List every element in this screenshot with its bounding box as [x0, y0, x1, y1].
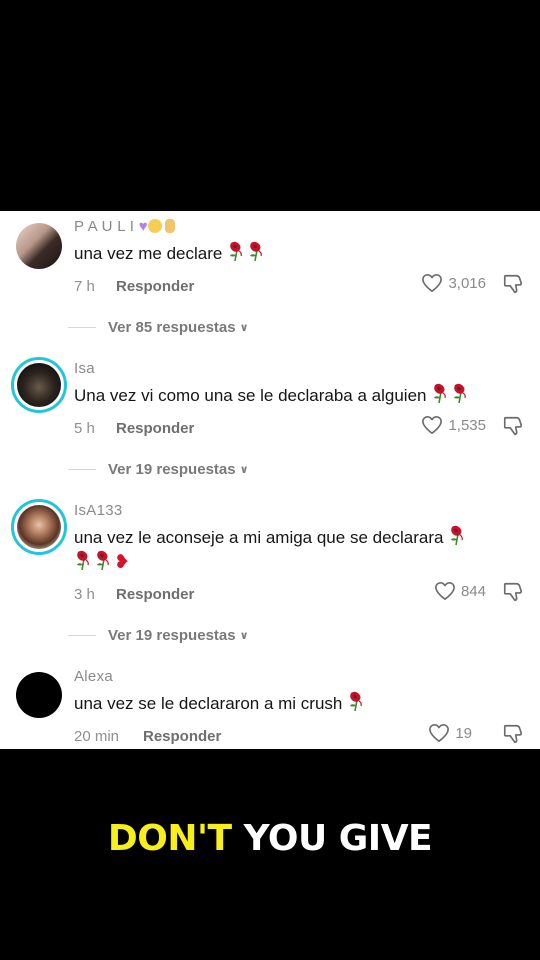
comment-text: una vez le aconseje a mi amiga que se de… — [74, 524, 519, 574]
like-button[interactable]: 19 — [428, 723, 472, 743]
comments-panel: P A U L I ♥ una vez me declare 7 h Respo… — [0, 211, 540, 749]
heart-icon — [421, 415, 443, 435]
like-button[interactable]: 844 — [434, 581, 486, 601]
comment-username[interactable]: Isa — [74, 360, 95, 377]
like-count: 844 — [460, 582, 486, 600]
view-replies-button[interactable]: Ver 19 respuestas ∨ — [68, 461, 249, 478]
flushed-face-icon — [147, 219, 162, 233]
comment-time: 20 min — [74, 728, 120, 745]
heart-icon — [434, 581, 456, 601]
comment-time: 3 h — [74, 586, 95, 603]
chevron-down-icon: ∨ — [239, 630, 249, 642]
reply-button[interactable]: Responder — [116, 278, 194, 295]
chevron-down-icon: ∨ — [239, 322, 249, 334]
divider — [68, 469, 96, 470]
comment-username[interactable]: IsA133 — [74, 502, 123, 519]
purple-heart-icon: ♥ — [138, 218, 148, 235]
wilted-rose-icon — [227, 240, 247, 262]
comment-time: 5 h — [74, 420, 95, 437]
dislike-icon[interactable] — [502, 581, 524, 603]
comment-text: una vez se le declararon a mi crush — [74, 690, 519, 715]
wilted-rose-icon — [74, 549, 94, 571]
hand-icon — [164, 219, 175, 233]
like-button[interactable]: 3,016 — [421, 273, 486, 293]
divider — [68, 635, 96, 636]
dislike-icon[interactable] — [502, 723, 524, 745]
dislike-icon[interactable] — [502, 415, 524, 437]
divider — [68, 327, 96, 328]
heart-icon — [421, 273, 443, 293]
comment-username[interactable]: P A U L I ♥ — [74, 218, 175, 235]
caption-text: YOU GIVE — [243, 818, 433, 859]
like-button[interactable]: 1,535 — [421, 415, 486, 435]
dislike-icon[interactable] — [502, 273, 524, 295]
like-count: 19 — [455, 724, 472, 742]
caption-highlight: DON'T — [107, 818, 232, 859]
broken-heart-icon: ❥ — [114, 552, 130, 573]
view-replies-button[interactable]: Ver 19 respuestas ∨ — [68, 627, 249, 644]
comment-username[interactable]: Alexa — [74, 668, 113, 685]
view-replies-button[interactable]: Ver 85 respuestas ∨ — [68, 319, 249, 336]
like-count: 3,016 — [448, 274, 486, 292]
wilted-rose-icon — [94, 549, 114, 571]
comment-text: una vez me declare — [74, 240, 519, 265]
like-count: 1,535 — [448, 416, 486, 434]
wilted-rose-icon — [347, 690, 367, 712]
avatar[interactable] — [16, 672, 62, 718]
wilted-rose-icon — [247, 240, 267, 262]
reply-button[interactable]: Responder — [116, 420, 194, 437]
wilted-rose-icon — [448, 524, 468, 546]
avatar[interactable] — [11, 499, 67, 555]
reply-button[interactable]: Responder — [143, 728, 221, 745]
avatar[interactable] — [11, 357, 67, 413]
wilted-rose-icon — [451, 382, 471, 404]
comment-text: Una vez vi como una se le declaraba a al… — [74, 382, 519, 407]
comment-time: 7 h — [74, 278, 95, 295]
chevron-down-icon: ∨ — [239, 464, 249, 476]
wilted-rose-icon — [431, 382, 451, 404]
heart-icon — [428, 723, 450, 743]
avatar[interactable] — [16, 223, 62, 269]
reply-button[interactable]: Responder — [116, 586, 194, 603]
video-caption: DON'T YOU GIVE — [0, 818, 540, 859]
